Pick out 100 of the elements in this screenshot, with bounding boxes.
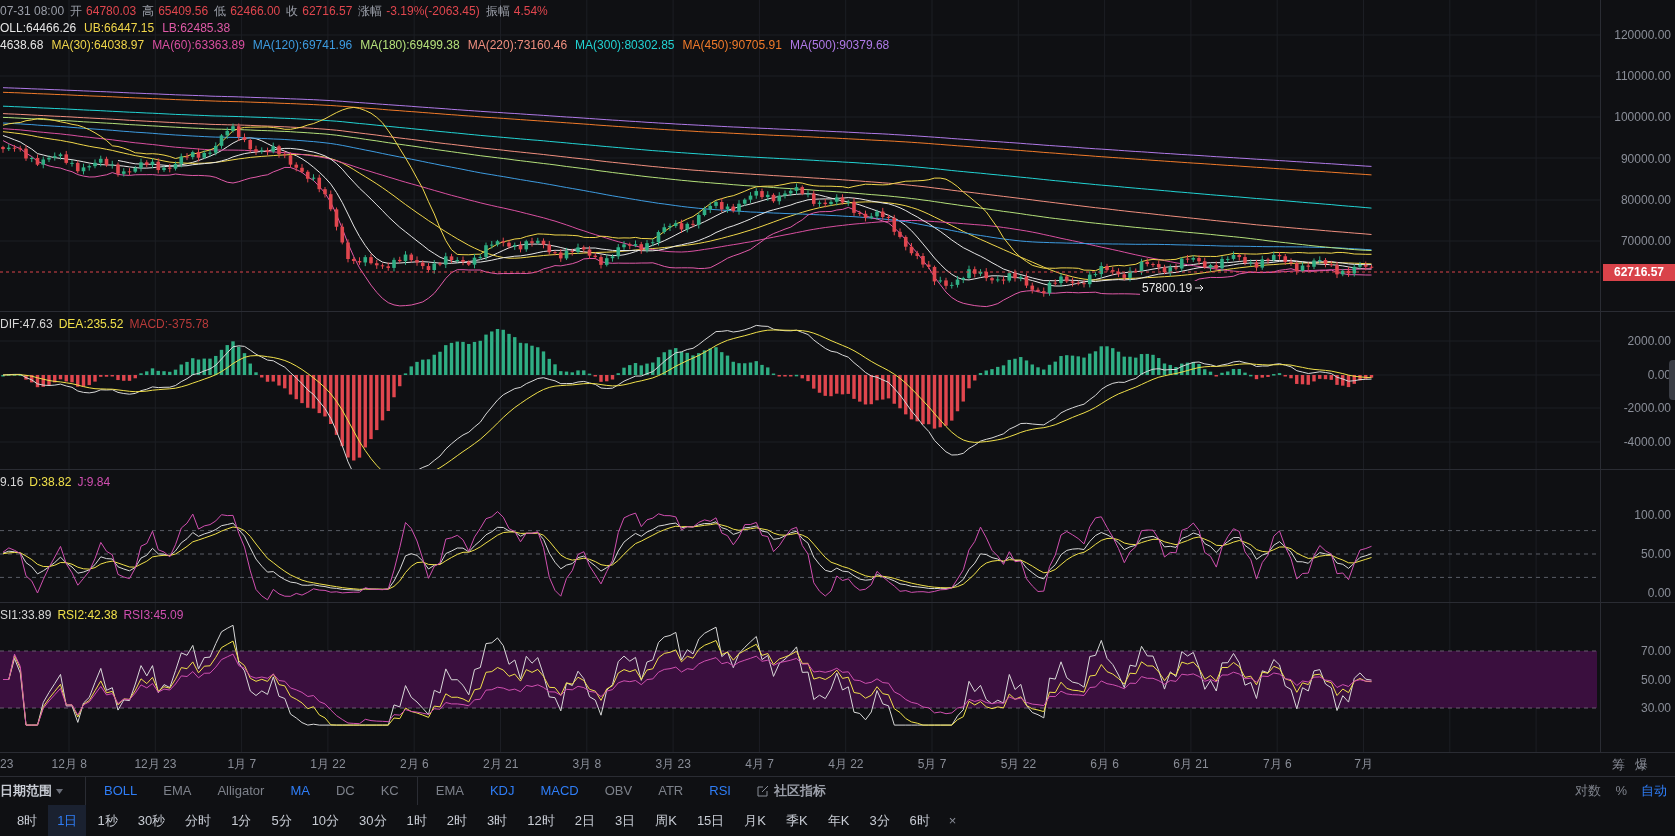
indicator-value: RSI3:45.09 — [123, 607, 184, 624]
indicator-value: SI1:33.89 — [0, 607, 52, 624]
interval-tab[interactable]: 2日 — [565, 805, 604, 836]
date-axis-label: 1月 7 — [226, 757, 258, 772]
date-axis-label: 5月 7 — [916, 757, 948, 772]
interval-tab[interactable]: 15日 — [687, 805, 734, 836]
ohlc-label: 收 — [286, 3, 299, 20]
interval-tab[interactable]: 1分 — [222, 805, 261, 836]
axis-label: 90000.00 — [1620, 151, 1671, 166]
indicator-value: DEA:235.52 — [58, 316, 124, 333]
axis-label: -4000.00 — [1623, 434, 1671, 449]
date-range-dropdown[interactable]: 日期范围 — [0, 781, 85, 801]
interval-tab[interactable]: 6时 — [900, 805, 939, 836]
ohlc-label: 高 — [142, 3, 155, 20]
indicator-toggle[interactable]: KDJ — [489, 781, 515, 801]
indicator-toggle[interactable]: EMA — [435, 781, 464, 801]
indicator-toggle[interactable]: BOLL — [104, 781, 138, 801]
date-axis-label: 1月 22 — [309, 757, 347, 772]
interval-tab[interactable]: 30分 — [350, 805, 396, 836]
indicator-toggle[interactable]: ATR — [658, 781, 684, 801]
indicator-value: 9.16 — [0, 474, 24, 491]
scale-toggle[interactable]: 自动 — [1641, 781, 1667, 801]
axis-label: 2000.00 — [1627, 334, 1671, 348]
candle-datetime: 07-31 08:00 — [0, 3, 65, 20]
chart-tool-button[interactable]: 爆 — [1635, 754, 1648, 775]
axis-label: 100.00 — [1634, 508, 1671, 522]
interval-tab[interactable]: 周K — [646, 805, 686, 836]
indicator-value: MA(300):80302.85 — [575, 37, 675, 54]
date-axis-label: 7月 6 — [1261, 757, 1293, 772]
indicator-toggle[interactable]: MACD — [540, 781, 579, 801]
indicator-toggle[interactable]: KC — [380, 781, 399, 801]
interval-tab[interactable]: 2时 — [437, 805, 477, 836]
scale-toggle[interactable]: % — [1615, 781, 1627, 801]
interval-tab[interactable]: 1时 — [397, 805, 436, 836]
scale-toggle[interactable]: 对数 — [1575, 781, 1602, 801]
indicator-value: MA(60):63363.89 — [152, 37, 245, 54]
date-axis-label: 2月 6 — [399, 757, 430, 772]
date-axis-label: 5月 22 — [999, 757, 1038, 772]
interval-tab[interactable]: 年K — [818, 805, 859, 836]
date-axis-label: 4月 22 — [827, 757, 865, 772]
date-axis-label: 6月 21 — [1172, 757, 1210, 772]
interval-tab[interactable]: 1日 — [48, 805, 87, 836]
axis-label: 80000.00 — [1620, 192, 1671, 207]
date-axis-label: 6月 6 — [1089, 757, 1121, 772]
interval-tab[interactable]: 12时 — [518, 805, 564, 836]
ohlc-value: 65409.56 — [158, 3, 209, 20]
interval-tab[interactable]: 5分 — [262, 805, 301, 836]
date-axis-label: 12月 8 — [50, 757, 88, 772]
indicator-toggle[interactable]: Alligator — [217, 781, 265, 801]
interval-tab[interactable]: 3时 — [478, 805, 517, 836]
indicator-toggle[interactable]: RSI — [709, 781, 731, 801]
axis-label: 30.00 — [1640, 701, 1671, 715]
indicator-toggle[interactable]: EMA — [163, 781, 192, 801]
indicator-toggle[interactable]: MA — [290, 781, 310, 801]
axis-label: 0.00 — [1647, 586, 1671, 600]
indicator-toggle[interactable]: DC — [335, 781, 355, 801]
axis-label: 50.00 — [1640, 672, 1671, 687]
axis-label: 110000.00 — [1615, 69, 1671, 84]
indicator-value: MA(220):73160.46 — [467, 37, 568, 54]
indicator-value: MA(180):69499.38 — [360, 37, 460, 54]
indicator-toggle[interactable]: OBV — [604, 781, 633, 801]
indicator-value: RSI2:42.38 — [57, 607, 118, 624]
indicator-value: J:9.84 — [77, 474, 111, 491]
low-price-label: 57800.19 — [1142, 281, 1193, 295]
interval-tab[interactable]: 10分 — [302, 805, 349, 836]
indicator-value: D:38.82 — [29, 474, 72, 491]
interval-tab[interactable]: 30秒 — [128, 805, 175, 836]
ohlc-label: 开 — [70, 3, 83, 20]
community-indicators-button[interactable]: 社区指标 — [756, 781, 826, 801]
interval-tab[interactable]: 月K — [735, 805, 776, 836]
date-axis-label: 2月 21 — [481, 757, 520, 772]
close-button[interactable]: × — [940, 810, 965, 831]
ohlc-value: 4.54% — [513, 3, 548, 20]
interval-tab[interactable]: 3分 — [860, 805, 899, 836]
ohlc-value: -3.19%(-2063.45) — [386, 3, 480, 20]
last-price-badge: 62716.57 — [1603, 264, 1675, 281]
interval-tab[interactable]: 3日 — [606, 805, 645, 836]
ohlc-label: 振幅 — [485, 3, 510, 20]
interval-tab[interactable]: 分时 — [176, 805, 221, 836]
indicator-value: UB:66447.15 — [84, 20, 155, 37]
date-axis-label: 12月 23 — [133, 757, 178, 772]
indicator-value: MA(500):90379.68 — [789, 37, 890, 54]
interval-tab[interactable]: 季K — [777, 805, 817, 836]
interval-tab[interactable]: 1秒 — [88, 805, 127, 836]
indicator-value: DIF:47.63 — [0, 316, 53, 333]
indicator-value: LB:62485.38 — [162, 20, 231, 37]
interval-tab[interactable]: 8时 — [8, 805, 47, 836]
axis-label: 70000.00 — [1620, 234, 1671, 248]
indicator-value: MACD:-375.78 — [129, 316, 209, 333]
ohlc-value: 62466.00 — [230, 3, 281, 20]
indicator-value: OLL:64466.26 — [0, 20, 77, 37]
chart-tool-button[interactable]: 筹 — [1612, 754, 1625, 775]
axis-label: 50.00 — [1640, 547, 1671, 561]
axis-label: 70.00 — [1640, 644, 1671, 658]
indicator-value: MA(30):64038.97 — [51, 37, 145, 54]
ohlc-label: 低 — [214, 3, 227, 20]
axis-label: -2000.00 — [1623, 401, 1671, 415]
date-axis-label: 7月 — [1353, 757, 1374, 772]
date-axis-label: 3月 8 — [571, 757, 603, 772]
date-axis-label: 3月 23 — [654, 757, 692, 772]
